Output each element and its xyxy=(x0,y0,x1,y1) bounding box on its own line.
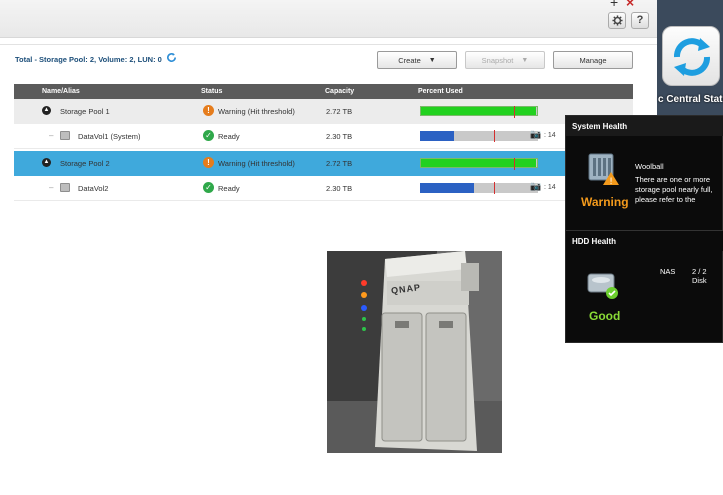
column-header-percent-used[interactable]: Percent Used xyxy=(418,88,463,95)
central-station-app-icon[interactable] xyxy=(662,26,720,86)
svg-text:!: ! xyxy=(609,177,613,186)
hdd-nas-label: NAS xyxy=(660,267,676,276)
volume-disk-icon xyxy=(60,131,70,140)
usage-fill xyxy=(420,183,475,193)
row-capacity: 2.72 TB xyxy=(326,107,353,116)
row-name: DataVol1 (System) xyxy=(78,132,141,141)
gear-icon xyxy=(611,15,623,26)
snapshot-label: Snapshot xyxy=(481,55,514,65)
divider xyxy=(0,44,657,45)
usage-fill xyxy=(420,131,455,141)
settings-button[interactable] xyxy=(608,12,626,29)
camera-icon[interactable]: 📷 xyxy=(530,129,541,140)
storage-manager-screen: + × ? Total - Storage Pool: 2, Volume: 2… xyxy=(0,0,723,495)
column-header-name[interactable]: Name/Alias xyxy=(42,88,80,95)
nas-device-icon: ! xyxy=(586,152,620,191)
health-panel: System Health ! Woolball There are one o… xyxy=(565,115,723,343)
snapshot-count: : 14 xyxy=(544,132,556,139)
tree-connector: – xyxy=(49,183,54,192)
warning-icon: ! xyxy=(203,157,214,168)
check-icon: ✓ xyxy=(203,182,214,193)
storage-summary: Total - Storage Pool: 2, Volume: 2, LUN:… xyxy=(15,55,162,64)
system-message: There are one or more storage pool nearl… xyxy=(635,175,713,204)
close-icon[interactable]: × xyxy=(626,0,634,10)
collapse-icon[interactable]: ▲ xyxy=(42,106,51,115)
snapshot-button[interactable]: Snapshot ▼ xyxy=(465,51,545,69)
table-row[interactable]: ▲ Storage Pool 1 ! Warning (Hit threshol… xyxy=(14,99,633,124)
manage-label: Manage xyxy=(579,55,607,65)
row-capacity: 2.30 TB xyxy=(326,132,353,141)
usage-bar xyxy=(420,130,538,142)
hdd-health-title: HDD Health xyxy=(566,231,723,251)
row-capacity: 2.30 TB xyxy=(326,184,353,193)
usage-bar xyxy=(420,182,538,194)
camera-icon[interactable]: 📷 xyxy=(530,181,541,192)
create-button[interactable]: Create ▼ xyxy=(377,51,457,69)
hdd-icon xyxy=(586,268,620,305)
hdd-disk-count: 2 / 2 Disk xyxy=(692,267,707,285)
row-name: Storage Pool 1 xyxy=(60,107,110,116)
snapshot-count: : 14 xyxy=(544,184,556,191)
system-name: Woolball xyxy=(635,162,664,171)
row-status: Warning (Hit threshold) xyxy=(218,107,295,116)
column-header-capacity[interactable]: Capacity xyxy=(325,88,354,95)
table-row[interactable]: ▲ Storage Pool 2 ! Warning (Hit threshol… xyxy=(14,151,633,176)
chevron-down-icon: ▼ xyxy=(521,56,529,64)
chevron-down-icon: ▼ xyxy=(428,56,436,64)
table-row[interactable]: – DataVol2 ✓ Ready 2.30 TB 📷 : 14 xyxy=(14,176,633,201)
threshold-marker xyxy=(494,130,496,142)
nas-photo: QNAP xyxy=(327,251,502,453)
row-capacity: 2.72 TB xyxy=(326,159,353,168)
threshold-marker xyxy=(513,106,515,118)
row-name: DataVol2 xyxy=(78,184,109,193)
row-status: Ready xyxy=(218,184,240,193)
help-button[interactable]: ? xyxy=(631,12,649,29)
row-name: Storage Pool 2 xyxy=(60,159,110,168)
usage-fill xyxy=(421,159,536,167)
warning-icon: ! xyxy=(203,105,214,116)
column-header-status[interactable]: Status xyxy=(201,88,222,95)
row-status: Warning (Hit threshold) xyxy=(218,159,295,168)
system-status: Warning xyxy=(581,195,629,209)
app-label: c Central Stati xyxy=(658,94,723,105)
volume-disk-icon xyxy=(60,183,70,192)
usage-fill xyxy=(421,107,536,115)
tree-connector: – xyxy=(49,131,54,140)
create-label: Create xyxy=(398,55,421,65)
threshold-marker xyxy=(494,182,496,194)
collapse-icon[interactable]: ▲ xyxy=(42,158,51,167)
check-icon: ✓ xyxy=(203,130,214,141)
sync-icon xyxy=(674,38,710,76)
table-row[interactable]: – DataVol1 (System) ✓ Ready 2.30 TB 📷 : … xyxy=(14,124,633,149)
usage-bar xyxy=(420,158,538,170)
manage-button[interactable]: Manage xyxy=(553,51,633,69)
window-titlebar: + × ? xyxy=(0,0,657,38)
refresh-icon[interactable] xyxy=(166,52,177,66)
threshold-marker xyxy=(513,158,515,170)
maximize-icon[interactable]: + xyxy=(610,0,618,10)
row-status: Ready xyxy=(218,132,240,141)
table-header: Name/Alias Status Capacity Percent Used xyxy=(14,84,633,99)
system-health-title: System Health xyxy=(566,116,723,136)
usage-bar xyxy=(420,106,538,118)
hdd-status: Good xyxy=(589,309,621,323)
